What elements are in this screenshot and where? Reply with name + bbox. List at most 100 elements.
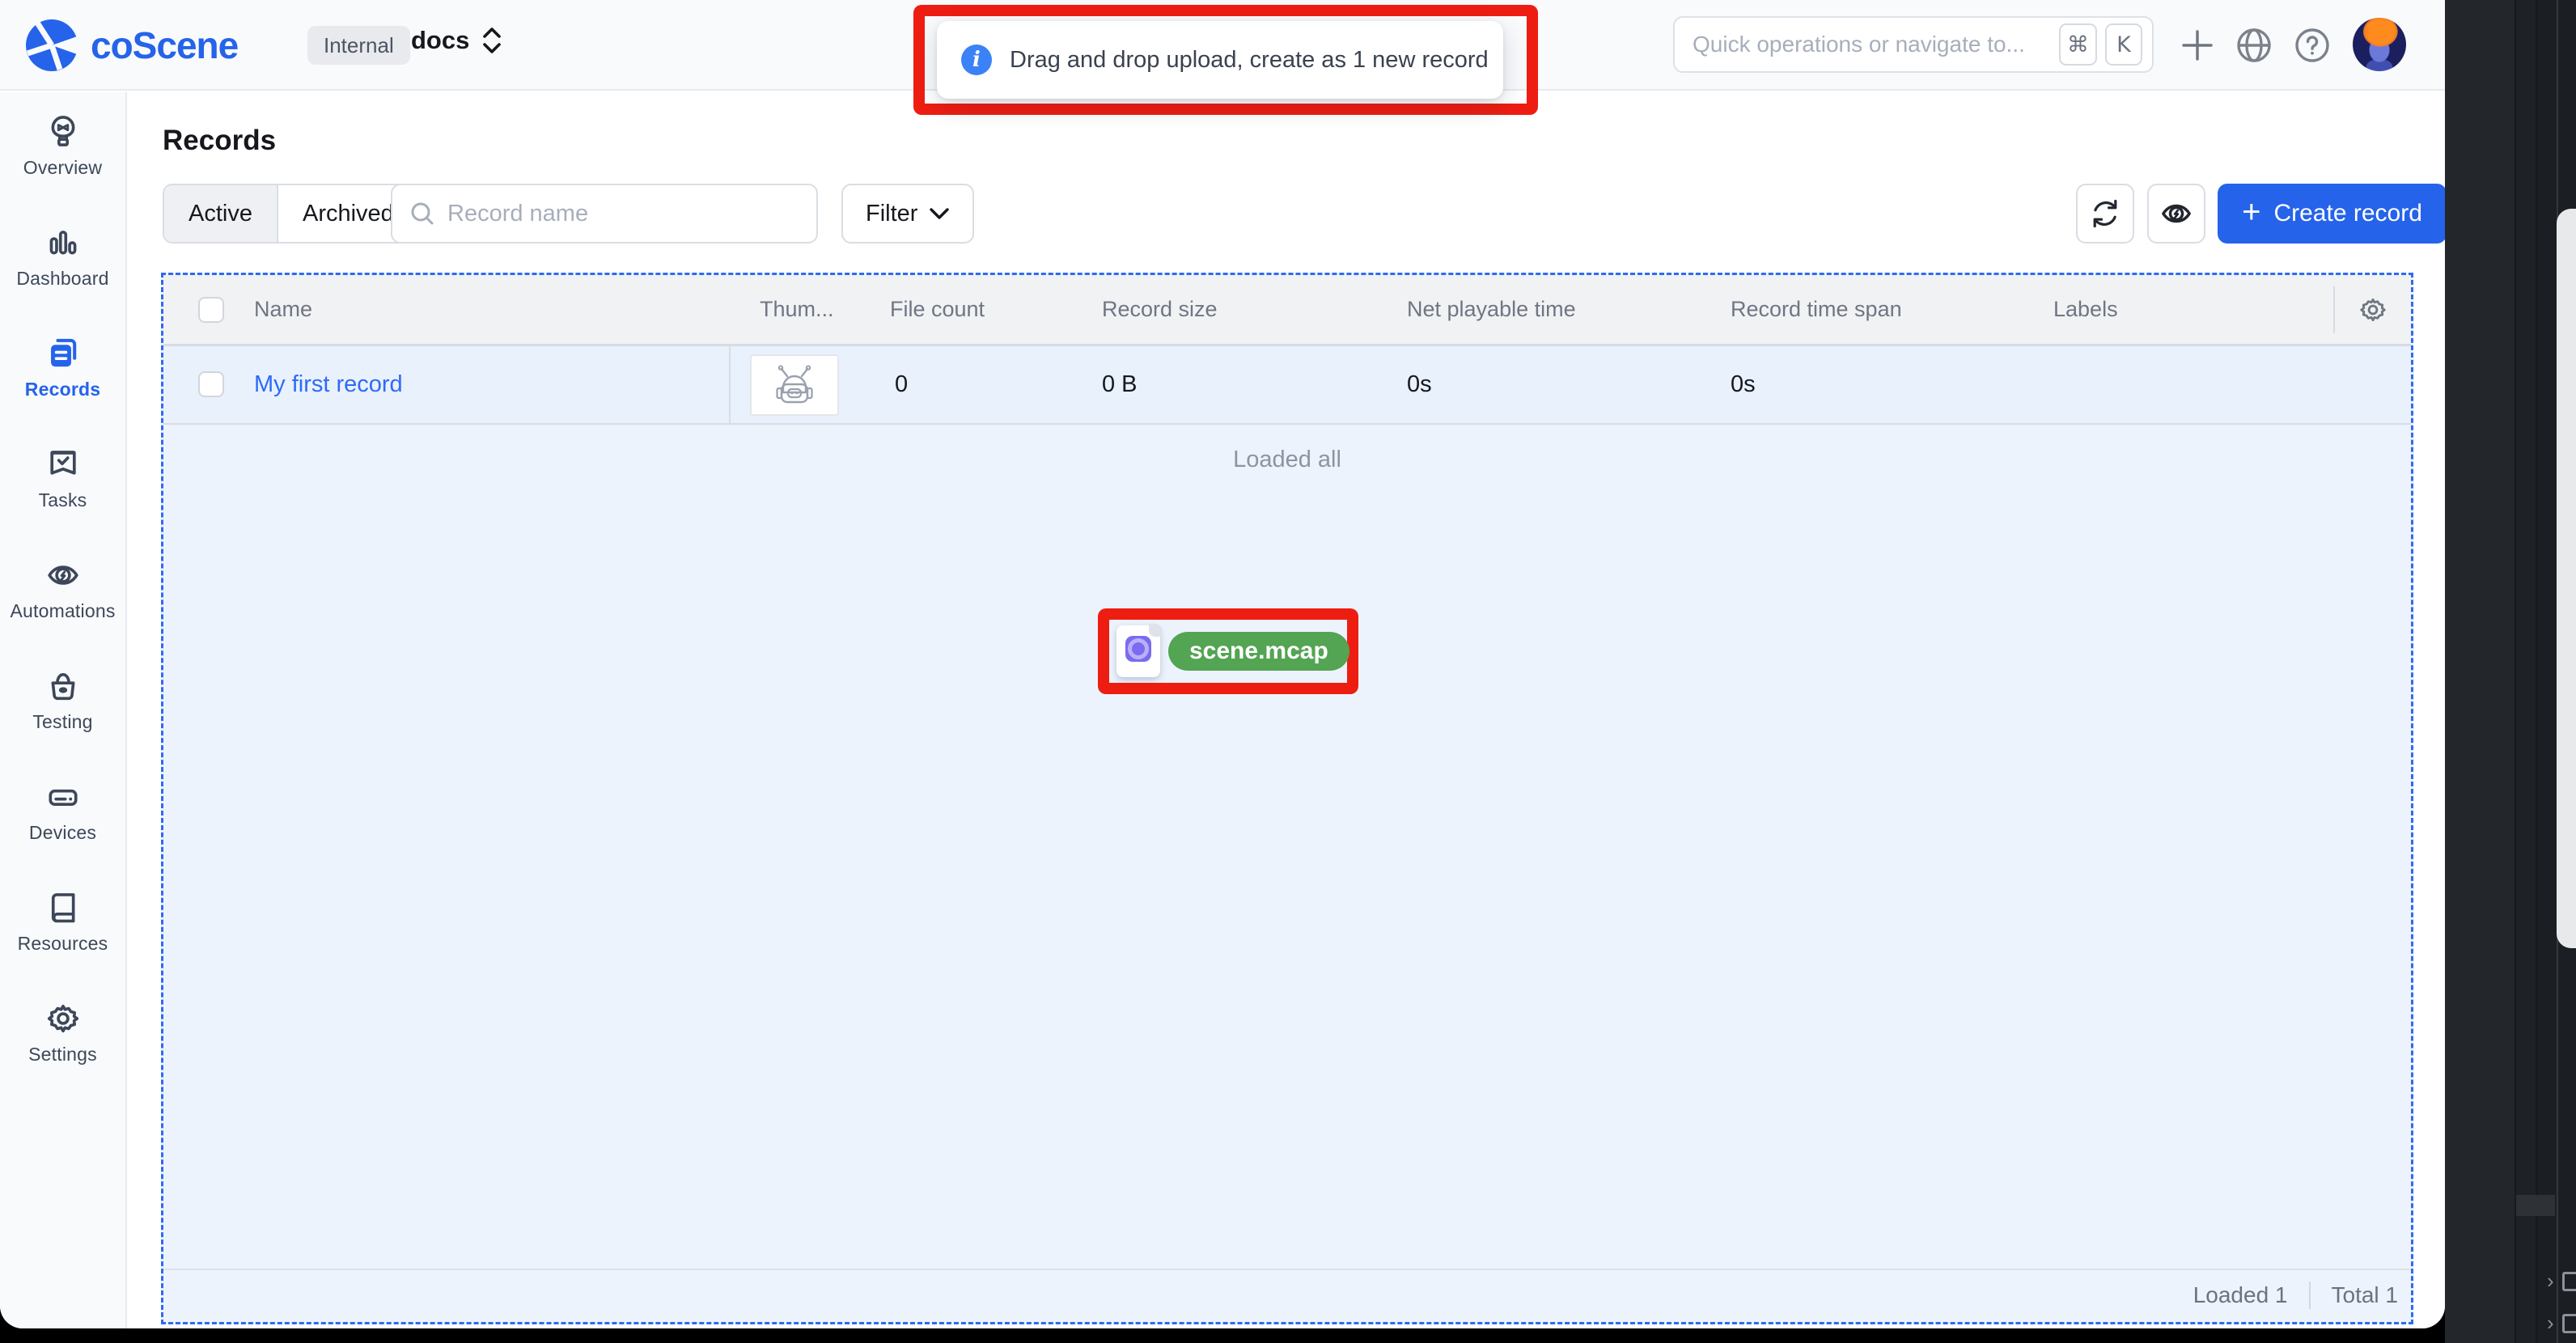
sidebar-item-tasks[interactable]: Tasks — [0, 446, 125, 557]
shortcut-k-key: K — [2105, 23, 2142, 66]
column-file-count[interactable]: File count — [890, 275, 985, 344]
overview-balloon-icon — [44, 113, 82, 150]
sidebar-item-resources[interactable]: Resources — [0, 889, 125, 1000]
sidebar-item-label: Dashboard — [16, 268, 108, 290]
org-badge: Internal — [307, 26, 410, 65]
upload-tooltip: i Drag and drop upload, create as 1 new … — [937, 21, 1503, 99]
footer-separator — [2309, 1282, 2311, 1309]
record-name-search[interactable] — [391, 184, 818, 244]
gear-icon — [2358, 294, 2388, 325]
column-name[interactable]: Name — [254, 275, 312, 344]
dark-panel-column — [2515, 0, 2536, 1343]
filter-button[interactable]: Filter — [841, 184, 974, 244]
sidebar-nav: Overview Dashboard Records — [0, 92, 127, 1328]
footer-divider — [163, 1269, 2411, 1270]
devices-drive-icon — [44, 778, 82, 816]
create-record-label: Create record — [2273, 200, 2421, 227]
tree-item[interactable]: › — [2547, 1269, 2576, 1294]
user-avatar[interactable] — [2353, 18, 2406, 71]
search-icon — [409, 200, 436, 227]
loaded-count: Loaded 1 — [2193, 1282, 2288, 1308]
dashboard-barchart-icon — [44, 224, 82, 261]
help-icon — [2293, 26, 2332, 65]
sidebar-item-label: Testing — [32, 711, 92, 733]
main-content: Records Active Archived Filter — [129, 92, 2445, 1328]
tree-item-icon — [2562, 1272, 2576, 1291]
records-folder-icon — [44, 335, 82, 372]
sidebar-item-label: Records — [25, 379, 100, 400]
light-overlay-panel — [2557, 209, 2576, 948]
language-button[interactable] — [2231, 23, 2277, 68]
mcap-file-icon — [1116, 625, 1160, 677]
sidebar-item-overview[interactable]: Overview — [0, 113, 125, 224]
mcap-logo-badge — [1125, 636, 1151, 662]
column-thumbnail[interactable]: Thum... — [760, 275, 834, 344]
scrollbar-thumb[interactable] — [2516, 1195, 2555, 1216]
column-labels[interactable]: Labels — [2053, 275, 2118, 344]
table-row[interactable]: My first record — [163, 346, 2411, 425]
tree-item[interactable]: › — [2547, 1311, 2576, 1336]
select-all-checkbox[interactable] — [198, 297, 224, 323]
sidebar-item-label: Overview — [23, 157, 102, 179]
record-size-value: 0 B — [1102, 346, 1138, 423]
table-footer: Loaded 1 Total 1 — [2193, 1282, 2398, 1309]
brand-name: coScene — [91, 23, 238, 67]
robot-icon — [771, 363, 818, 407]
column-record-size[interactable]: Record size — [1102, 275, 1218, 344]
status-tabs: Active Archived — [163, 184, 420, 244]
sidebar-item-label: Settings — [28, 1044, 97, 1066]
plus-icon: + — [2242, 196, 2260, 228]
table-header: Name Thum... File count Record size Net … — [163, 275, 2411, 346]
column-settings-button[interactable] — [2358, 294, 2388, 329]
create-record-button[interactable]: + Create record — [2218, 184, 2445, 244]
quick-search[interactable]: ⌘ K — [1673, 16, 2154, 73]
records-toolbar: Active Archived Filter — [163, 184, 2413, 244]
total-count: Total 1 — [2332, 1282, 2399, 1308]
coscene-logo-icon — [24, 18, 79, 73]
column-record-time-span[interactable]: Record time span — [1731, 275, 1902, 344]
sidebar-item-automations[interactable]: Automations — [0, 557, 125, 667]
upload-tooltip-text: Drag and drop upload, create as 1 new re… — [1010, 47, 1489, 74]
sidebar-item-dashboard[interactable]: Dashboard — [0, 224, 125, 335]
sidebar-item-testing[interactable]: Testing — [0, 667, 125, 778]
row-checkbox[interactable] — [198, 371, 224, 397]
shortcut-meta-key: ⌘ — [2059, 23, 2097, 66]
testing-basket-icon — [44, 667, 82, 705]
loaded-all-text: Loaded all — [163, 447, 2411, 473]
globe-icon — [2235, 26, 2273, 65]
sidebar-item-label: Devices — [29, 822, 96, 844]
sidebar-item-label: Tasks — [39, 489, 87, 511]
records-table-dropzone[interactable]: Name Thum... File count Record size Net … — [161, 273, 2413, 1324]
column-net-playable-time[interactable]: Net playable time — [1407, 275, 1576, 344]
tree-item-icon — [2562, 1314, 2576, 1333]
record-name-input[interactable] — [447, 201, 800, 227]
file-count-value: 0 — [895, 346, 908, 423]
record-thumbnail[interactable] — [750, 354, 839, 416]
plus-icon — [2179, 27, 2216, 64]
sidebar-item-settings[interactable]: Settings — [0, 1000, 125, 1111]
brand-logo[interactable]: coScene — [24, 18, 238, 73]
sidebar-item-label: Resources — [18, 933, 108, 955]
tab-active[interactable]: Active — [164, 185, 278, 242]
project-selector[interactable]: docs — [411, 24, 503, 57]
dragged-filename: scene.mcap — [1168, 632, 1349, 671]
header-divider — [2333, 286, 2335, 333]
resources-book-icon — [44, 889, 82, 926]
tasks-clipboard-icon — [44, 446, 82, 483]
info-icon: i — [961, 44, 992, 75]
sidebar-item-label: Automations — [10, 600, 115, 622]
quick-search-input[interactable] — [1693, 32, 2051, 57]
refresh-button[interactable] — [2076, 184, 2134, 244]
chevron-right-icon: › — [2547, 1311, 2554, 1336]
net-playable-time-value: 0s — [1407, 346, 1432, 423]
smart-view-button[interactable] — [2147, 184, 2205, 244]
record-time-span-value: 0s — [1731, 346, 1756, 423]
dragged-file-chip[interactable]: scene.mcap — [1116, 623, 1340, 680]
sidebar-item-devices[interactable]: Devices — [0, 778, 125, 889]
sidebar-item-records[interactable]: Records — [0, 335, 125, 446]
settings-gear-icon — [44, 1000, 82, 1037]
record-name-link[interactable]: My first record — [254, 346, 403, 423]
add-button[interactable] — [2175, 23, 2220, 68]
help-button[interactable] — [2290, 23, 2335, 68]
refresh-icon — [2088, 197, 2122, 231]
